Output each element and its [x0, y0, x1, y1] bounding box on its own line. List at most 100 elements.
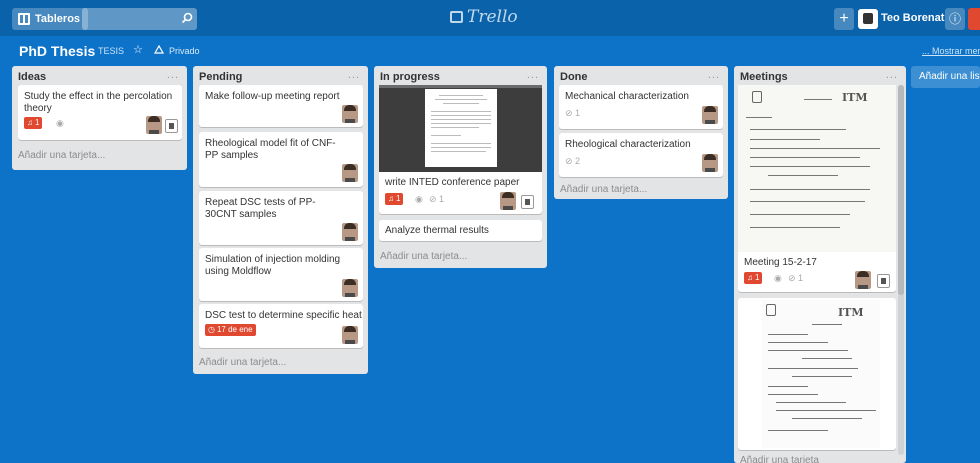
list-menu-button[interactable]: ...: [527, 69, 539, 81]
note-line: [746, 117, 772, 118]
list-menu-button[interactable]: ...: [167, 69, 179, 81]
note-line: [768, 350, 848, 351]
user-avatar[interactable]: [858, 9, 878, 29]
notification-badge: ♫ 1: [385, 193, 404, 205]
card-title: Make follow-up meeting report: [205, 91, 340, 102]
member-avatar[interactable]: [342, 164, 358, 182]
boards-button-label: Tableros: [35, 13, 81, 25]
add-button[interactable]: +: [834, 8, 854, 30]
add-card-link[interactable]: Añadir una tarjeta...: [199, 357, 286, 368]
doc-line: [431, 111, 491, 112]
itm-logo: ITM: [842, 91, 868, 104]
card[interactable]: Rheological model fit of CNF-PP samples: [199, 132, 363, 187]
badge-count: 1: [35, 118, 40, 127]
note-line: [750, 214, 850, 215]
lock-icon: [154, 44, 164, 54]
trello-logo-icon: [450, 11, 463, 23]
attachment-count: 1: [798, 273, 804, 283]
card[interactable]: ITM Meeting 15-2-17 ♫ 1 ◉ ⊘ 1: [738, 85, 896, 292]
member-avatar[interactable]: [342, 279, 358, 297]
note-line: [776, 410, 876, 411]
attachment-count: 2: [575, 156, 581, 166]
top-header: Tableros Trello + Teo Borenat ⓘ: [0, 0, 980, 36]
attachment-count: 1: [439, 194, 445, 204]
card-title: Meeting 15-2-17: [744, 257, 817, 268]
add-card-link[interactable]: Añadir una tarjeta: [740, 455, 819, 463]
list-scrollbar[interactable]: [898, 85, 904, 455]
list-menu-button[interactable]: ...: [886, 69, 898, 81]
doc-line: [431, 147, 491, 148]
attachment-count: 1: [575, 108, 581, 118]
card[interactable]: DSC test to determine specific heat ◷ 17…: [199, 304, 363, 348]
list-title[interactable]: Ideas: [18, 71, 46, 83]
doc-line: [443, 103, 479, 104]
member-avatar-initials[interactable]: [521, 195, 534, 209]
card[interactable]: Repeat DSC tests of PP-30CNT samples: [199, 191, 363, 245]
note-line: [768, 394, 818, 395]
card[interactable]: Simulation of injection molding using Mo…: [199, 248, 363, 301]
list-title[interactable]: Done: [560, 71, 588, 83]
member-avatar[interactable]: [855, 271, 871, 289]
list-menu-button[interactable]: ...: [348, 69, 360, 81]
card[interactable]: Mechanical characterization ⊘ 1: [559, 85, 723, 129]
doc-line: [431, 151, 486, 152]
list-title[interactable]: Meetings: [740, 71, 788, 83]
note-line: [750, 157, 860, 158]
badge-count: 1: [396, 194, 401, 203]
note-line: [792, 418, 862, 419]
add-card-link[interactable]: Añadir una tarjeta...: [18, 150, 105, 161]
university-crest: [752, 91, 762, 103]
attachment-icon: ⊘: [788, 273, 796, 283]
list-ideas: Ideas ... Study the effect in the percol…: [12, 66, 187, 170]
search-input[interactable]: [82, 8, 197, 30]
itm-logo: ITM: [838, 306, 864, 319]
card[interactable]: Rheological characterization ⊘ 2: [559, 133, 723, 177]
note-line: [776, 402, 846, 403]
board-privacy[interactable]: Privado: [169, 46, 200, 56]
info-icon[interactable]: ⓘ: [945, 8, 965, 30]
list-title[interactable]: Pending: [199, 71, 242, 83]
card-title: Simulation of injection molding using Mo…: [205, 254, 341, 277]
search-icon[interactable]: [181, 12, 193, 24]
member-avatar[interactable]: [702, 154, 718, 172]
card-title: write INTED conference paper: [385, 177, 520, 188]
card[interactable]: ITM: [738, 298, 896, 450]
add-card-link[interactable]: Añadir una tarjeta...: [560, 184, 647, 195]
member-avatar[interactable]: [146, 116, 162, 134]
note-line: [750, 189, 870, 190]
list-scrollbar-thumb[interactable]: [898, 85, 904, 295]
list-pending: Pending ... Make follow-up meeting repor…: [193, 66, 368, 374]
notifications-button[interactable]: [968, 8, 980, 30]
card[interactable]: Make follow-up meeting report: [199, 85, 363, 127]
list-menu-button[interactable]: ...: [708, 69, 720, 81]
boards-button[interactable]: Tableros: [12, 8, 89, 30]
member-avatar-initials[interactable]: [877, 274, 890, 288]
card-cover-image: ITM: [738, 85, 896, 252]
member-avatar-initials[interactable]: [165, 119, 178, 133]
card[interactable]: Analyze thermal results: [379, 220, 542, 241]
clock-icon: ◷: [208, 325, 215, 334]
member-avatar[interactable]: [342, 223, 358, 241]
attachment-icon: ⊘: [565, 108, 573, 118]
board-title[interactable]: PhD Thesis: [19, 43, 95, 59]
card-title: Rheological model fit of CNF-PP samples: [205, 138, 336, 161]
trello-logo[interactable]: Trello: [450, 7, 518, 27]
member-avatar[interactable]: [342, 105, 358, 123]
add-card-link[interactable]: Añadir una tarjeta...: [380, 251, 467, 262]
card-title: Mechanical characterization: [565, 91, 689, 102]
add-list-button[interactable]: Añadir una lista...: [911, 66, 980, 88]
member-avatar[interactable]: [702, 106, 718, 124]
note-line: [804, 99, 832, 100]
user-name[interactable]: Teo Borenat: [881, 12, 944, 24]
doc-line: [431, 115, 491, 116]
card[interactable]: write INTED conference paper ♫ 1 ◉ ⊘ 1: [379, 85, 542, 214]
doc-toolbar: [379, 85, 542, 88]
star-icon[interactable]: ☆: [133, 43, 143, 56]
board-team[interactable]: TESIS: [98, 46, 124, 56]
notification-badge: ♫ 1: [24, 117, 43, 129]
member-avatar[interactable]: [342, 326, 358, 344]
card[interactable]: Study the effect in the percolation theo…: [18, 85, 182, 140]
member-avatar[interactable]: [500, 192, 516, 210]
list-title[interactable]: In progress: [380, 71, 440, 83]
show-menu-link[interactable]: ... Mostrar menú: [922, 46, 980, 56]
